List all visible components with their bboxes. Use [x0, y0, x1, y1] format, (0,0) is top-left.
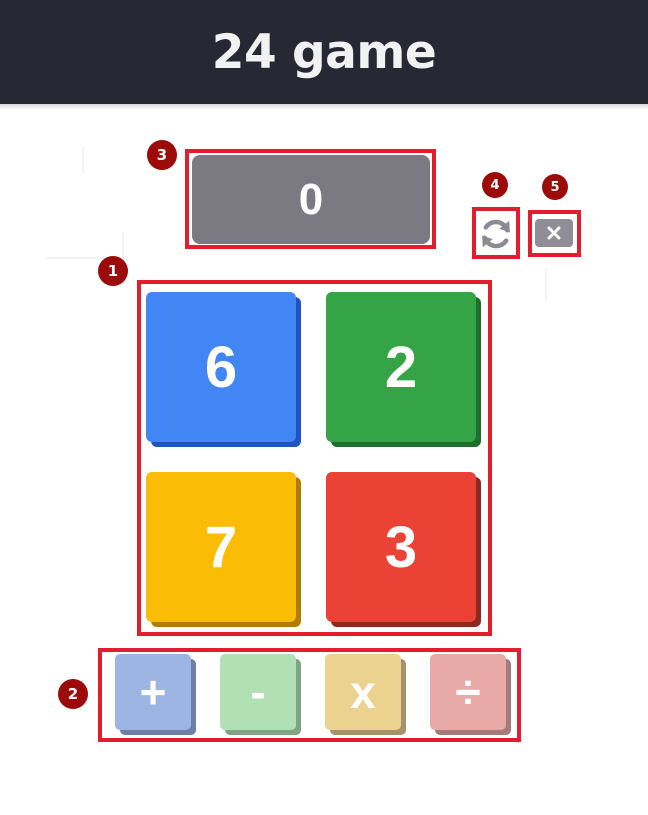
annotation-badge-4: 4 [482, 172, 508, 198]
number-tile-3[interactable]: 7 [146, 472, 296, 622]
header-shadow [0, 104, 648, 110]
annotation-badge-3: 3 [147, 140, 177, 170]
multiply-operator-button[interactable]: x [325, 654, 401, 730]
number-tile-2[interactable]: 2 [326, 292, 476, 442]
add-operator-button[interactable]: + [115, 654, 191, 730]
divide-operator-button[interactable]: ÷ [430, 654, 506, 730]
faint-decor-1 [82, 146, 84, 174]
number-tile-1[interactable]: 6 [146, 292, 296, 442]
subtract-operator-button[interactable]: - [220, 654, 296, 730]
annotation-badge-1: 1 [98, 256, 128, 286]
annotation-badge-5: 5 [542, 174, 568, 200]
clear-button[interactable] [535, 219, 573, 247]
app-title: 24 game [211, 24, 437, 80]
annotation-badge-2: 2 [58, 679, 88, 709]
refresh-icon [482, 219, 510, 249]
app-header: 24 game [0, 0, 648, 104]
faint-decor-3 [122, 232, 124, 260]
result-display: 0 [192, 155, 430, 244]
number-tile-4[interactable]: 3 [326, 472, 476, 622]
refresh-button[interactable] [474, 210, 518, 258]
close-icon [547, 226, 561, 240]
faint-decor-4 [545, 268, 547, 302]
